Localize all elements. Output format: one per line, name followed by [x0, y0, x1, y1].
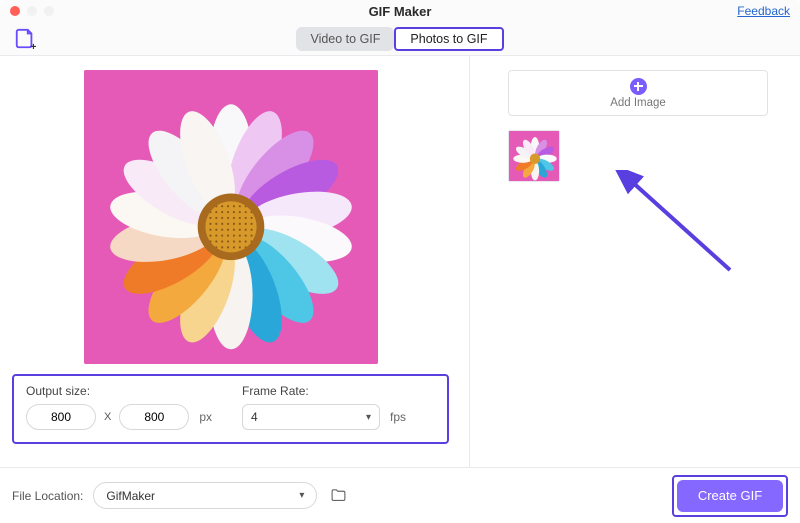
tab-photos-to-gif[interactable]: Photos to GIF: [394, 27, 503, 51]
output-width-input[interactable]: [26, 404, 96, 430]
size-separator: X: [104, 411, 111, 423]
chevron-down-icon: ▾: [299, 490, 304, 501]
right-panel: Add Image: [470, 56, 800, 467]
title-bar: GIF Maker Feedback: [0, 0, 800, 22]
close-window-button[interactable]: [10, 6, 20, 16]
tab-video-to-gif[interactable]: Video to GIF: [296, 27, 394, 51]
content-area: Output size: X px Frame Rate: 4: [0, 56, 800, 523]
fps-unit-label: fps: [390, 410, 406, 424]
output-size-label: Output size:: [26, 384, 212, 398]
feedback-link[interactable]: Feedback: [737, 4, 790, 18]
plus-circle-icon: [630, 78, 647, 95]
settings-box: Output size: X px Frame Rate: 4: [12, 374, 449, 444]
preview-image: [84, 70, 378, 364]
open-folder-button[interactable]: [327, 485, 349, 507]
chevron-down-icon: ▾: [366, 412, 371, 423]
minimize-window-button[interactable]: [27, 6, 37, 16]
create-gif-highlight: Create GIF: [672, 475, 788, 517]
window-title: GIF Maker: [0, 4, 800, 19]
file-location-value: GifMaker: [106, 489, 155, 503]
output-height-input[interactable]: [119, 404, 189, 430]
window-controls: [10, 6, 54, 16]
thumbnail-strip: [508, 130, 768, 182]
px-unit-label: px: [199, 410, 212, 424]
create-gif-button[interactable]: Create GIF: [677, 480, 783, 512]
frame-rate-value: 4: [251, 410, 258, 424]
footer-bar: File Location: GifMaker ▾ Create GIF: [0, 468, 800, 523]
zoom-window-button[interactable]: [44, 6, 54, 16]
add-image-button[interactable]: Add Image: [508, 70, 768, 116]
thumbnail-item[interactable]: [508, 130, 560, 182]
frame-rate-label: Frame Rate:: [242, 384, 406, 398]
add-image-label: Add Image: [610, 97, 666, 109]
file-location-select[interactable]: GifMaker ▾: [93, 482, 317, 509]
frame-rate-select[interactable]: 4 ▾: [242, 404, 380, 430]
file-location-label: File Location:: [12, 489, 83, 503]
annotation-arrow: [590, 170, 750, 290]
mode-tabs: Video to GIF Photos to GIF: [0, 27, 800, 51]
left-panel: Output size: X px Frame Rate: 4: [0, 56, 470, 467]
header-bar: + Video to GIF Photos to GIF: [0, 22, 800, 56]
